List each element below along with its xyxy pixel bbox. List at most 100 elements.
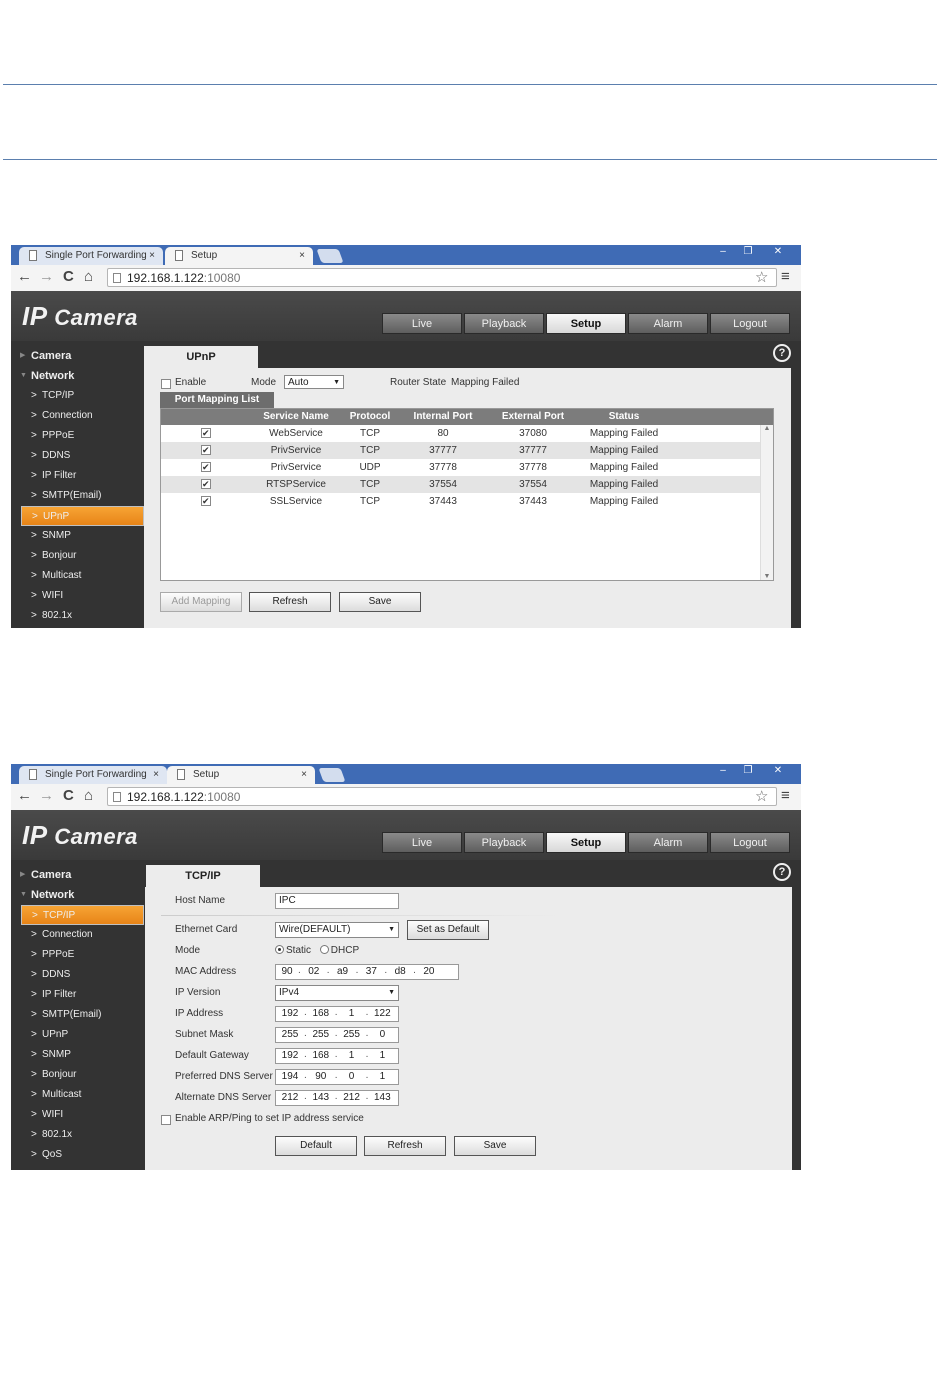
forward-icon[interactable]: → — [39, 787, 54, 805]
sidebar-item-ip-filter[interactable]: > IP Filter — [11, 466, 144, 486]
host-name-input[interactable]: IPC — [275, 893, 399, 909]
ip-version-select[interactable]: IPv4 ▼ — [275, 985, 399, 1001]
sidebar-item-upnp[interactable]: > UPnP — [21, 506, 144, 526]
refresh-button[interactable]: Refresh — [249, 592, 331, 612]
reload-icon[interactable]: C — [63, 787, 74, 805]
tab-close-icon[interactable]: × — [301, 766, 307, 784]
nav-alarm[interactable]: Alarm — [628, 313, 708, 334]
sidebar-group-network[interactable]: ▼ Network — [11, 366, 144, 386]
browser-menu-icon[interactable]: ≡ — [781, 787, 790, 804]
scroll-down-icon[interactable]: ▼ — [761, 573, 773, 580]
preferred-dns-field[interactable]: 194. 90. 0. 1 — [275, 1069, 399, 1085]
sidebar-item-pppoe[interactable]: > PPPoE — [11, 945, 144, 965]
browser-tab-setup[interactable]: Setup × — [165, 247, 313, 265]
sidebar-item-connection[interactable]: > Connection — [11, 925, 144, 945]
minimize-icon[interactable]: – — [711, 764, 735, 778]
sidebar-group-camera[interactable]: ▶ Camera — [11, 346, 144, 366]
table-row[interactable]: WebService TCP 80 37080 Mapping Failed — [161, 425, 761, 442]
sidebar-item-wifi[interactable]: > WIFI — [11, 1105, 144, 1125]
close-window-icon[interactable]: ✕ — [761, 245, 795, 259]
table-row[interactable]: RTSPService TCP 37554 37554 Mapping Fail… — [161, 476, 761, 493]
static-radio[interactable] — [275, 945, 284, 954]
mode-select[interactable]: Auto ▼ — [284, 375, 344, 389]
forward-icon[interactable]: → — [39, 268, 54, 286]
sidebar-item-snmp[interactable]: > SNMP — [11, 526, 144, 546]
refresh-button[interactable]: Refresh — [364, 1136, 446, 1156]
table-scrollbar[interactable]: ▲ ▼ — [760, 425, 773, 580]
sidebar-item-smtp[interactable]: > SMTP(Email) — [11, 486, 144, 506]
row-checkbox[interactable] — [201, 476, 211, 493]
sidebar-item-qos[interactable]: > QoS — [11, 1145, 144, 1165]
url-input[interactable]: 192.168.1.122:10080 — [107, 268, 777, 287]
ip-address-field[interactable]: 192. 168. 1. 122 — [275, 1006, 399, 1022]
back-icon[interactable]: ← — [17, 268, 32, 286]
sidebar-item-snmp[interactable]: > SNMP — [11, 1045, 144, 1065]
nav-playback[interactable]: Playback — [464, 313, 544, 334]
bookmark-star-icon[interactable]: ☆ — [755, 268, 768, 286]
restore-icon[interactable]: ❐ — [736, 245, 760, 259]
row-checkbox[interactable] — [201, 459, 211, 476]
enable-checkbox[interactable] — [161, 379, 171, 389]
help-icon[interactable]: ? — [773, 344, 791, 362]
row-checkbox[interactable] — [201, 442, 211, 459]
table-row[interactable]: PrivService UDP 37778 37778 Mapping Fail… — [161, 459, 761, 476]
bookmark-star-icon[interactable]: ☆ — [755, 787, 768, 805]
sidebar-item-tcpip[interactable]: > TCP/IP — [11, 386, 144, 406]
tab-close-icon[interactable]: × — [299, 247, 305, 265]
sidebar-item-connection[interactable]: > Connection — [11, 406, 144, 426]
table-row[interactable]: SSLService TCP 37443 37443 Mapping Faile… — [161, 493, 761, 510]
add-mapping-button[interactable]: Add Mapping — [160, 592, 242, 612]
nav-live[interactable]: Live — [382, 313, 462, 334]
nav-logout[interactable]: Logout — [710, 832, 790, 853]
sidebar-item-multicast[interactable]: > Multicast — [11, 1085, 144, 1105]
scroll-up-icon[interactable]: ▲ — [761, 425, 773, 432]
row-checkbox[interactable] — [201, 493, 211, 510]
sidebar-group-camera[interactable]: ▶ Camera — [11, 865, 144, 885]
new-tab-button[interactable] — [318, 768, 346, 782]
default-gateway-field[interactable]: 192. 168. 1. 1 — [275, 1048, 399, 1064]
nav-logout[interactable]: Logout — [710, 313, 790, 334]
row-checkbox[interactable] — [201, 425, 211, 442]
port-mapping-list-tab[interactable]: Port Mapping List — [160, 392, 274, 408]
nav-alarm[interactable]: Alarm — [628, 832, 708, 853]
browser-menu-icon[interactable]: ≡ — [781, 268, 790, 285]
nav-setup[interactable]: Setup — [546, 832, 626, 853]
save-button[interactable]: Save — [454, 1136, 536, 1156]
url-input[interactable]: 192.168.1.122:10080 — [107, 787, 777, 806]
nav-playback[interactable]: Playback — [464, 832, 544, 853]
default-button[interactable]: Default — [275, 1136, 357, 1156]
sidebar-group-network[interactable]: ▼ Network — [11, 885, 144, 905]
nav-live[interactable]: Live — [382, 832, 462, 853]
tab-close-icon[interactable]: × — [149, 247, 155, 265]
tab-close-icon[interactable]: × — [153, 766, 159, 784]
sidebar-item-ip-filter[interactable]: > IP Filter — [11, 985, 144, 1005]
browser-tab-setup[interactable]: Setup × — [167, 766, 315, 784]
sidebar-item-bonjour[interactable]: > Bonjour — [11, 1065, 144, 1085]
table-row[interactable]: PrivService TCP 37777 37777 Mapping Fail… — [161, 442, 761, 459]
help-icon[interactable]: ? — [773, 863, 791, 881]
restore-icon[interactable]: ❐ — [736, 764, 760, 778]
set-as-default-button[interactable]: Set as Default — [407, 920, 489, 940]
sidebar-item-wifi[interactable]: > WIFI — [11, 586, 144, 606]
sidebar-item-multicast[interactable]: > Multicast — [11, 566, 144, 586]
browser-tab-single-port-forwarding[interactable]: Single Port Forwarding × — [19, 247, 163, 265]
alternate-dns-field[interactable]: 212. 143. 212. 143 — [275, 1090, 399, 1106]
sidebar-item-bonjour[interactable]: > Bonjour — [11, 546, 144, 566]
back-icon[interactable]: ← — [17, 787, 32, 805]
dhcp-radio[interactable] — [319, 945, 329, 954]
home-icon[interactable]: ⌂ — [84, 787, 93, 805]
minimize-icon[interactable]: – — [711, 245, 735, 259]
nav-setup[interactable]: Setup — [546, 313, 626, 334]
sidebar-item-8021x[interactable]: >802.1x — [11, 606, 144, 626]
subnet-mask-field[interactable]: 255. 255. 255. 0 — [275, 1027, 399, 1043]
close-window-icon[interactable]: ✕ — [761, 764, 795, 778]
new-tab-button[interactable] — [316, 249, 344, 263]
sidebar-item-ddns[interactable]: > DDNS — [11, 446, 144, 466]
sidebar-item-upnp[interactable]: > UPnP — [11, 1025, 144, 1045]
save-button[interactable]: Save — [339, 592, 421, 612]
reload-icon[interactable]: C — [63, 268, 74, 286]
enable-arp-checkbox[interactable] — [161, 1115, 171, 1125]
sidebar-item-pppoe[interactable]: > PPPoE — [11, 426, 144, 446]
ethernet-card-select[interactable]: Wire(DEFAULT) ▼ — [275, 922, 399, 938]
sidebar-item-tcpip[interactable]: > TCP/IP — [21, 905, 144, 925]
